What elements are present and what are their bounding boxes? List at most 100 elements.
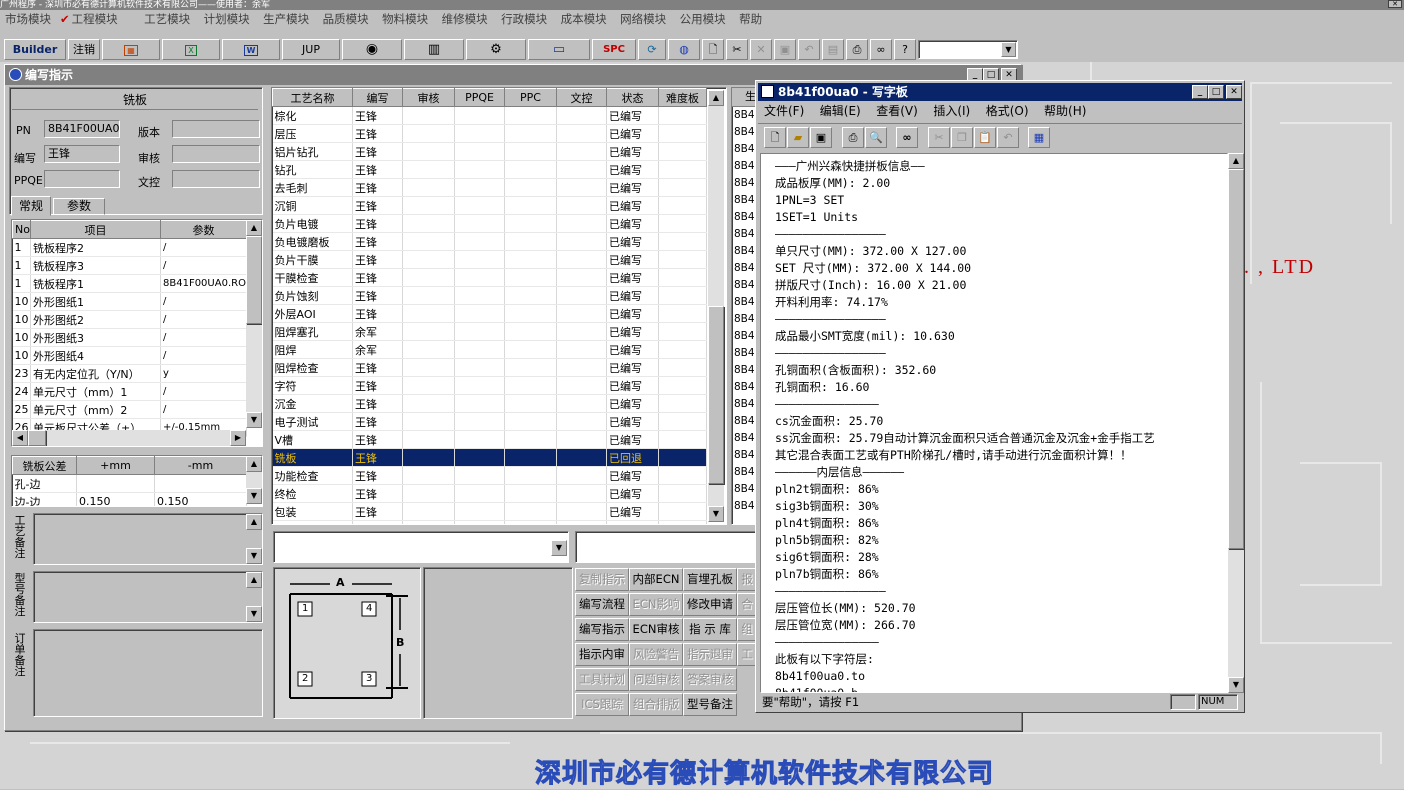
menu-cost[interactable]: 成本模块 xyxy=(561,10,607,28)
param-vscrollbar[interactable]: ▲ ▼ xyxy=(246,220,262,428)
col-header-5[interactable]: 文控 xyxy=(556,88,607,107)
wp-menu-format[interactable]: 格式(O) xyxy=(986,104,1029,118)
col-header-plus[interactable]: +mm xyxy=(76,456,155,475)
wp-find-button[interactable]: ∞ xyxy=(896,127,918,148)
chevron-down-icon[interactable]: ▼ xyxy=(1001,42,1016,57)
process-row[interactable]: 阻焊 余军 已编写 xyxy=(272,340,707,359)
delete-button[interactable]: ✕ xyxy=(750,39,772,60)
partial-button[interactable]: 报 xyxy=(737,568,757,591)
col-header-item[interactable]: 项目 xyxy=(30,220,161,239)
copy-instruction-button[interactable]: 复制指示 xyxy=(575,568,629,591)
process-row[interactable]: 外层AOI 王锋 已编写 xyxy=(272,304,707,323)
tab-general[interactable]: 常规 xyxy=(11,196,51,216)
help-button[interactable]: ? xyxy=(894,39,916,60)
scroll-thumb[interactable] xyxy=(708,306,724,484)
toolbar-dropdown[interactable]: ▼ xyxy=(918,40,1018,59)
scroll-thumb[interactable] xyxy=(28,430,46,446)
instruction-return-button[interactable]: 指示退审 xyxy=(683,643,737,666)
wp-datetime-button[interactable]: ▦ xyxy=(1028,127,1050,148)
new-button[interactable]: 🗋 xyxy=(702,39,724,60)
menu-engineering[interactable]: 工程模块 xyxy=(72,10,118,28)
modify-request-button[interactable]: 修改申请 xyxy=(683,593,737,616)
edit-instruction-button[interactable]: 编写指示 xyxy=(575,618,629,641)
scroll-thumb[interactable] xyxy=(246,236,262,324)
menu-network[interactable]: 网络模块 xyxy=(620,10,666,28)
wp-cut-button[interactable]: ✂ xyxy=(928,127,950,148)
col-header-tolerance[interactable]: 铣板公差 xyxy=(12,456,77,475)
table-row[interactable]: 1 铣板程序3/ xyxy=(12,256,247,275)
col-header-0[interactable]: 工艺名称 xyxy=(272,88,353,107)
menu-material[interactable]: 物料模块 xyxy=(382,10,428,28)
jup-button[interactable]: JUP xyxy=(282,39,340,60)
wordpad-document[interactable]: ———广州兴森快捷拼板信息—— 成品板厚(MM): 2.00 1PNL=3 SET 1… xyxy=(760,153,1228,693)
arrow-up-icon[interactable]: ▲ xyxy=(246,456,262,472)
author-field[interactable]: 王锋 xyxy=(44,145,120,163)
order-notes-box[interactable] xyxy=(33,629,263,717)
partial-button[interactable]: 合 xyxy=(737,593,757,616)
word-button[interactable]: W xyxy=(222,39,280,60)
internal-ecn-button[interactable]: 内部ECN xyxy=(629,568,683,591)
wp-print-button[interactable]: ⎙ xyxy=(842,127,864,148)
process-row[interactable]: 沉铜 王锋 已编写 xyxy=(272,196,707,215)
menu-admin[interactable]: 行政模块 xyxy=(501,10,547,28)
process-row[interactable]: 负片电镀 王锋 已编写 xyxy=(272,214,707,233)
process-row[interactable]: 字符 王锋 已编写 xyxy=(272,376,707,395)
arrow-up-icon[interactable]: ▲ xyxy=(246,572,262,588)
menu-market[interactable]: 市场模块 xyxy=(5,10,51,28)
wp-menu-view[interactable]: 查看(V) xyxy=(876,104,918,118)
process-row[interactable]: 包装 王锋 已编写 xyxy=(272,502,707,521)
process-row[interactable]: 棕化 王锋 已编写 xyxy=(272,106,707,125)
wp-copy-button[interactable]: ❐ xyxy=(951,127,973,148)
maximize-icon[interactable]: □ xyxy=(1208,85,1224,99)
menu-plan[interactable]: 计划模块 xyxy=(204,10,250,28)
model-notes-box[interactable]: ▲ ▼ xyxy=(33,571,263,623)
logout-button[interactable]: 注销 xyxy=(68,39,100,60)
cut-button[interactable]: ✂ xyxy=(726,39,748,60)
combine-layout-button[interactable]: 组合排版 xyxy=(629,693,683,716)
process-row[interactable]: 铣板 王锋 已回退 xyxy=(272,448,707,467)
ppqe-field[interactable] xyxy=(44,170,120,188)
param-hscrollbar[interactable]: ◀ ▶ xyxy=(12,430,246,446)
table-row[interactable]: 边-边 0.150 0.150 xyxy=(12,492,247,506)
table-row[interactable]: 孔-边 xyxy=(12,474,247,493)
scroll-thumb[interactable] xyxy=(1228,169,1244,549)
process-row[interactable]: 阻焊塞孔 余军 已编写 xyxy=(272,322,707,341)
tool-plan-button[interactable]: 工具计划 xyxy=(575,668,629,691)
table-row[interactable]: 10 外形图纸1/ xyxy=(12,292,247,311)
col-header-7[interactable]: 难度板 xyxy=(658,88,707,107)
arrow-up-icon[interactable]: ▲ xyxy=(246,514,262,530)
secondary-select[interactable] xyxy=(575,531,759,563)
arrow-down-icon[interactable]: ▼ xyxy=(246,548,262,564)
menu-public[interactable]: 公用模块 xyxy=(680,10,726,28)
arrow-right-icon[interactable]: ▶ xyxy=(230,430,246,446)
answer-review-button[interactable]: 答案审核 xyxy=(683,668,737,691)
arrow-down-icon[interactable]: ▼ xyxy=(708,506,724,522)
partial-button[interactable]: 组 xyxy=(737,618,757,641)
menu-quality[interactable]: 品质模块 xyxy=(323,10,369,28)
wp-menu-insert[interactable]: 插入(I) xyxy=(933,104,970,118)
col-header-4[interactable]: PPC xyxy=(504,88,557,107)
process-vscrollbar[interactable]: ▲ ▼ xyxy=(708,90,724,522)
database-button[interactable]: ▥ xyxy=(404,39,464,60)
col-header-minus[interactable]: -mm xyxy=(154,456,247,475)
tab-parameters[interactable]: 参数 xyxy=(53,198,105,215)
col-header-1[interactable]: 编写 xyxy=(352,88,403,107)
arrow-down-icon[interactable]: ▼ xyxy=(1228,677,1244,693)
refresh-button[interactable]: ⟳ xyxy=(638,39,666,60)
ppt-button[interactable]: ▦ xyxy=(102,39,160,60)
col-header-2[interactable]: 审核 xyxy=(402,88,455,107)
computer-button[interactable]: ▭ xyxy=(528,39,590,60)
print-button[interactable]: ⎙ xyxy=(846,39,868,60)
close-icon[interactable]: ✕ xyxy=(1388,0,1402,8)
col-header-no[interactable]: No xyxy=(12,220,31,239)
process-row[interactable]: 钻孔 王锋 已编写 xyxy=(272,160,707,179)
table-row[interactable]: 10 外形图纸2/ xyxy=(12,310,247,329)
process-row[interactable]: 终检 王锋 已编写 xyxy=(272,484,707,503)
wp-new-button[interactable]: 🗋 xyxy=(764,127,786,148)
excel-button[interactable]: X xyxy=(162,39,220,60)
instruction-library-button[interactable]: 指 示 库 xyxy=(683,618,737,641)
view-button[interactable]: ◉ xyxy=(342,39,402,60)
process-row[interactable]: 阻焊检查 王锋 已编写 xyxy=(272,358,707,377)
process-row[interactable]: 负片干膜 王锋 已编写 xyxy=(272,250,707,269)
wp-paste-button[interactable]: 📋 xyxy=(974,127,996,148)
